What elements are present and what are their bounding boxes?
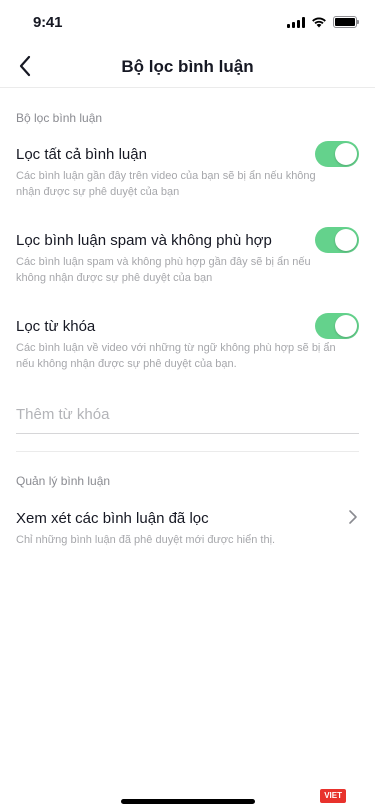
filter-keyword-label: Lọc từ khóa	[16, 318, 96, 335]
filter-spam-toggle[interactable]	[315, 227, 359, 253]
watermark-logo: VIET	[320, 789, 346, 803]
home-indicator	[121, 799, 255, 804]
status-bar: 9:41	[0, 0, 375, 44]
filter-all-label: Lọc tất cả bình luận	[16, 146, 147, 163]
screen: 9:41 Bộ lọc bình luận Bộ lọc bình luận L…	[0, 0, 375, 812]
signal-icon	[287, 16, 305, 28]
filter-all-description: Các bình luận gần đây trên video của bạn…	[16, 170, 316, 198]
status-icons	[287, 16, 359, 28]
chevron-right-icon[interactable]	[345, 509, 361, 525]
review-filtered-description: Chỉ những bình luận đã phê duyệt mới đượ…	[16, 534, 276, 546]
review-filtered-label[interactable]: Xem xét các bình luận đã lọc	[16, 510, 209, 527]
filter-keyword-description: Các bình luận về video với những từ ngữ …	[16, 342, 336, 370]
keyword-input[interactable]	[16, 396, 359, 434]
page-title: Bộ lọc bình luận	[121, 57, 254, 76]
nav-bar: Bộ lọc bình luận	[0, 44, 375, 88]
section-header-filter: Bộ lọc bình luận	[16, 111, 103, 125]
section-header-manage: Quản lý bình luận	[16, 474, 111, 488]
status-time: 9:41	[33, 14, 63, 31]
section-divider	[16, 451, 359, 452]
filter-spam-description: Các bình luận spam và không phù hợp gần …	[16, 256, 311, 284]
battery-icon	[333, 16, 359, 28]
filter-keyword-toggle[interactable]	[315, 313, 359, 339]
filter-all-toggle[interactable]	[315, 141, 359, 167]
wifi-icon	[312, 17, 326, 28]
filter-spam-label: Lọc bình luận spam và không phù hợp	[16, 232, 272, 249]
